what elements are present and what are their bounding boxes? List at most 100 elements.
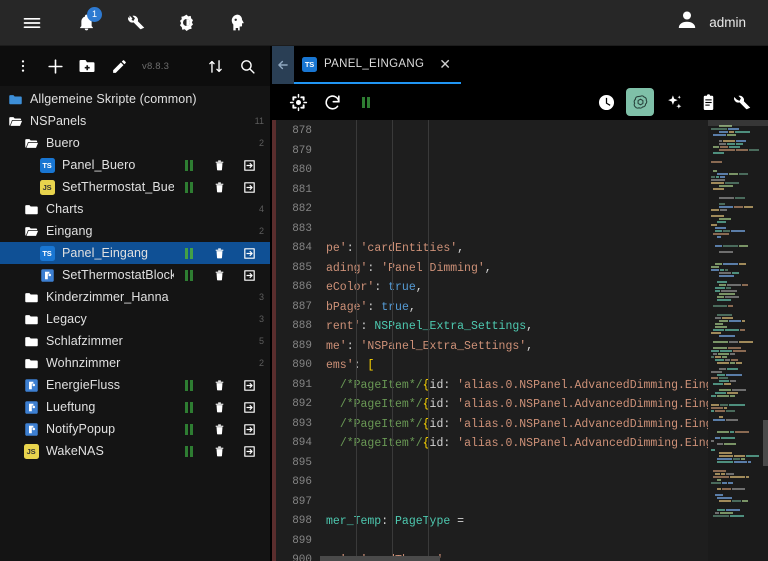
pause-icon[interactable] (174, 155, 204, 175)
wrench-icon[interactable] (118, 5, 154, 41)
export-arrow-icon[interactable] (234, 375, 264, 395)
export-arrow-icon[interactable] (234, 243, 264, 263)
minimap-line (711, 302, 765, 304)
export-arrow-icon[interactable] (234, 265, 264, 285)
code-line[interactable]: me': 'NSPanel_Extra_Settings', (320, 337, 708, 357)
close-icon[interactable]: ✕ (439, 57, 451, 71)
trash-icon[interactable] (204, 419, 234, 439)
trash-icon[interactable] (204, 375, 234, 395)
trash-icon[interactable] (204, 397, 234, 417)
brightness-contrast-icon[interactable] (168, 5, 204, 41)
script-tree[interactable]: Allgemeine Skripte (common)NSPanels11Bue… (0, 86, 270, 561)
user-menu[interactable]: admin (675, 8, 754, 37)
tab-panel-eingang[interactable]: TS PANEL_EINGANG ✕ (294, 46, 461, 84)
code-line[interactable]: bPage': true, (320, 298, 708, 318)
tree-row-energiefluss[interactable]: EnergieFluss (0, 374, 270, 396)
clipboard-icon[interactable] (694, 88, 722, 116)
tree-row-notifypopup[interactable]: NotifyPopup (0, 418, 270, 440)
pause-icon[interactable] (174, 375, 204, 395)
hamburger-menu-icon[interactable] (14, 5, 50, 41)
back-arrow-icon[interactable] (272, 46, 294, 84)
pause-icon[interactable] (174, 177, 204, 197)
minimap-line (711, 218, 765, 220)
export-arrow-icon[interactable] (234, 177, 264, 197)
code-line[interactable]: rent': NSPanel_Extra_Settings, (320, 317, 708, 337)
minimap-line (711, 401, 765, 403)
bell-icon[interactable]: 1 (68, 5, 104, 41)
blockly-file-icon (38, 266, 56, 284)
tree-row-panel-eingang[interactable]: TSPanel_Eingang (0, 242, 270, 264)
pause-icon[interactable] (174, 265, 204, 285)
tree-row-schlafzimmer[interactable]: Schlafzimmer5 (0, 330, 270, 352)
vertical-scrollbar[interactable] (763, 120, 768, 561)
tree-row-lueftung[interactable]: Lueftung (0, 396, 270, 418)
sort-arrows-icon[interactable] (200, 51, 230, 81)
code-line[interactable]: ems': [ (320, 356, 708, 376)
code-line[interactable]: eColor': true, (320, 278, 708, 298)
tree-row-eingang[interactable]: Eingang2 (0, 220, 270, 242)
tree-row-allgemeine-skripte-common-[interactable]: Allgemeine Skripte (common) (0, 88, 270, 110)
minimap-slider[interactable] (708, 120, 768, 126)
trash-icon[interactable] (204, 441, 234, 461)
minimap-line (711, 167, 765, 169)
line-number: 893 (276, 415, 312, 435)
export-arrow-icon[interactable] (234, 419, 264, 439)
pause-icon[interactable] (174, 419, 204, 439)
code-line[interactable] (320, 493, 708, 513)
trash-icon[interactable] (204, 155, 234, 175)
code-line[interactable]: pe': 'cardEntities', (320, 239, 708, 259)
folder-plus-icon[interactable] (72, 51, 102, 81)
tree-row-setthermostatblockl[interactable]: SetThermostatBlockl (0, 264, 270, 286)
more-vertical-icon[interactable] (8, 51, 38, 81)
tree-row-wakenas[interactable]: JSWakeNAS (0, 440, 270, 462)
tree-row-nspanels[interactable]: NSPanels11 (0, 110, 270, 132)
minimap-line (711, 350, 765, 352)
trash-icon[interactable] (204, 243, 234, 263)
code-line[interactable] (320, 532, 708, 552)
export-arrow-icon[interactable] (234, 155, 264, 175)
horizontal-scrollbar[interactable] (320, 556, 708, 561)
code-line[interactable]: /*PageItem*/{id: 'alias.0.NSPanel.Advanc… (320, 434, 708, 454)
tree-row-legacy[interactable]: Legacy3 (0, 308, 270, 330)
pencil-icon[interactable] (104, 51, 134, 81)
export-arrow-icon[interactable] (234, 441, 264, 461)
tree-row-panel-buero[interactable]: TSPanel_Buero (0, 154, 270, 176)
code-line[interactable]: ading': 'Panel Dimming', (320, 259, 708, 279)
pause-icon[interactable] (174, 243, 204, 263)
crosshair-target-icon[interactable] (284, 88, 312, 116)
code-line[interactable]: mer_Temp: PageType = (320, 512, 708, 532)
editor-settings-wrench-icon[interactable] (728, 88, 756, 116)
code-text[interactable]: pe': 'cardEntities',ading': 'Panel Dimmi… (320, 120, 708, 561)
search-icon[interactable] (232, 51, 262, 81)
trash-icon[interactable] (204, 265, 234, 285)
tree-row-buero[interactable]: Buero2 (0, 132, 270, 154)
sparkles-icon[interactable] (660, 88, 688, 116)
horizontal-scrollbar-thumb[interactable] (320, 556, 440, 561)
openai-logo-icon[interactable] (626, 88, 654, 116)
export-arrow-icon[interactable] (234, 397, 264, 417)
tree-row-kinderzimmer-hanna[interactable]: Kinderzimmer_Hanna3 (0, 286, 270, 308)
refresh-icon[interactable] (318, 88, 346, 116)
trash-icon[interactable] (204, 177, 234, 197)
code-line[interactable]: /*PageItem*/{id: 'alias.0.NSPanel.Advanc… (320, 415, 708, 435)
code-line[interactable]: /*PageItem*/{id: 'alias.0.NSPanel.Advanc… (320, 395, 708, 415)
vertical-scrollbar-thumb[interactable] (763, 420, 768, 466)
code-area[interactable]: 8788798808818828838848858868878888898908… (272, 120, 768, 561)
code-line[interactable] (320, 473, 708, 493)
clock-history-icon[interactable] (592, 88, 620, 116)
code-line[interactable] (320, 220, 708, 240)
minimap-line (711, 290, 765, 292)
plus-icon[interactable] (40, 51, 70, 81)
minimap-line (711, 464, 765, 466)
minimap-line (711, 404, 765, 406)
tree-row-setthermostat-buero[interactable]: JSSetThermostat_Buero (0, 176, 270, 198)
tree-row-charts[interactable]: Charts4 (0, 198, 270, 220)
pause-icon[interactable] (174, 441, 204, 461)
pause-icon[interactable] (352, 88, 380, 116)
minimap[interactable] (708, 120, 768, 561)
head-profile-icon[interactable] (218, 5, 254, 41)
pause-icon[interactable] (174, 397, 204, 417)
code-line[interactable] (320, 454, 708, 474)
tree-row-wohnzimmer[interactable]: Wohnzimmer2 (0, 352, 270, 374)
code-line[interactable]: /*PageItem*/{id: 'alias.0.NSPanel.Advanc… (320, 376, 708, 396)
